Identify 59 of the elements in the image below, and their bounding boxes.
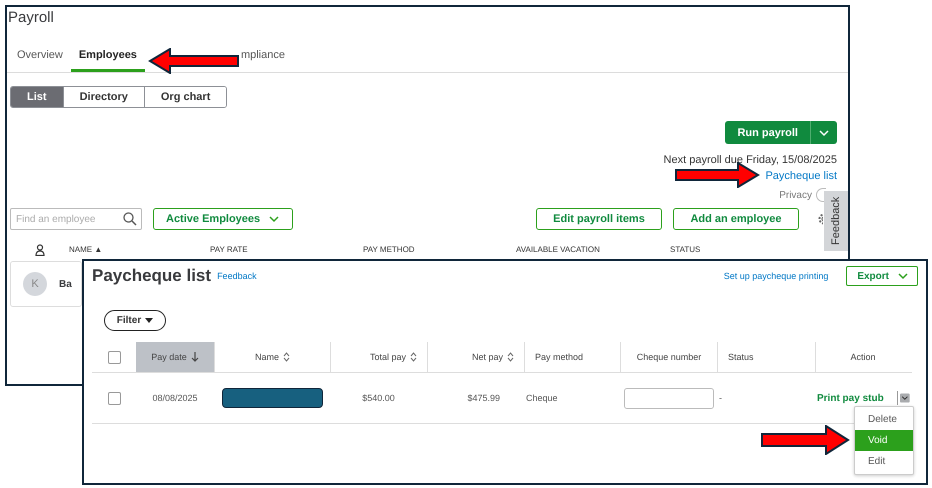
column-header[interactable]: STATUS: [670, 245, 700, 254]
caret-down-icon: [145, 318, 154, 323]
tab[interactable]: mpliance: [240, 42, 293, 72]
column-header[interactable]: PAY RATE: [210, 245, 248, 254]
sort-icon: [507, 352, 514, 362]
chevron-down-icon[interactable]: [818, 128, 830, 136]
column-header[interactable]: PAY METHOD: [363, 245, 415, 254]
employee-name: Ba: [59, 278, 72, 290]
column-header[interactable]: Cheque number: [620, 342, 717, 372]
checkbox[interactable]: [108, 350, 120, 364]
column-header[interactable]: Pay method: [524, 342, 620, 372]
column-header[interactable]: AVAILABLE VACATION: [516, 245, 600, 254]
next-payroll-text: Next payroll due Friday, 15/08/2025: [664, 154, 837, 166]
view-tab[interactable]: Org chart: [144, 87, 226, 107]
chevron-down-icon: [268, 215, 280, 223]
filter-button[interactable]: Filter: [104, 310, 166, 331]
column-header[interactable]: Status: [717, 342, 815, 372]
search-field[interactable]: Find an employee: [10, 208, 142, 230]
setup-printing-link[interactable]: Set up paycheque printing: [724, 271, 828, 281]
print-pay-stub-link[interactable]: Print pay stub: [817, 392, 884, 404]
person-icon: [35, 244, 45, 256]
feedback-tab[interactable]: Feedback: [824, 191, 848, 251]
column-header[interactable]: Pay date: [136, 342, 214, 372]
menu-item[interactable]: Edit: [855, 451, 913, 472]
net-pay: $475.99: [467, 393, 500, 403]
column-header[interactable]: Total pay: [330, 342, 427, 372]
column-header[interactable]: NAME ▲: [69, 245, 102, 254]
sort-icon: [410, 352, 417, 362]
total-pay: $540.00: [362, 393, 395, 403]
tab[interactable]: Overview: [9, 42, 71, 72]
column-header[interactable]: Action: [815, 342, 910, 372]
column-header[interactable]: Name: [214, 342, 330, 372]
pay-date: 08/08/2025: [152, 393, 198, 403]
action-button[interactable]: Edit payroll items: [536, 208, 662, 230]
employee-row[interactable]: K Ba: [10, 261, 82, 307]
menu-item[interactable]: Delete: [855, 409, 913, 430]
view-tab[interactable]: List: [11, 87, 63, 107]
search-icon: [123, 212, 137, 226]
tab[interactable]: Employees: [70, 42, 145, 72]
page-title: Paycheque list: [92, 266, 212, 286]
settings-icon[interactable]: [817, 212, 823, 226]
checkbox[interactable]: [108, 392, 120, 404]
sort-icon: [283, 352, 290, 362]
status: -: [719, 393, 722, 403]
paycheque-list-link[interactable]: Paycheque list: [765, 170, 837, 182]
sort-down-icon: [190, 352, 199, 362]
pay-method: Cheque: [526, 393, 558, 403]
export-button[interactable]: Export: [846, 266, 918, 286]
column-header[interactable]: Net pay: [427, 342, 524, 372]
dropdown-button[interactable]: [900, 391, 910, 405]
page-title: Payroll: [8, 9, 55, 28]
cheque-number-field[interactable]: [624, 388, 714, 408]
employee-filter-dropdown[interactable]: Active Employees: [153, 208, 294, 230]
feedback-link[interactable]: Feedback: [217, 271, 257, 281]
chevron-down-icon: [897, 272, 909, 280]
avatar: K: [23, 272, 47, 296]
action-button[interactable]: Add an employee: [673, 208, 799, 230]
privacy-label: Privacy: [779, 190, 812, 200]
run-payroll-button[interactable]: Run payroll: [725, 121, 837, 144]
